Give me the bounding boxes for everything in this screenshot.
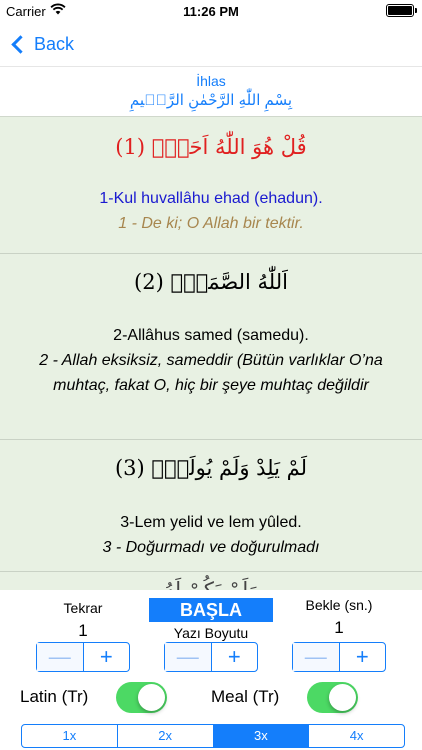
wait-value: 1 — [334, 618, 344, 637]
battery-icon — [386, 4, 417, 17]
speed-4x-segment[interactable]: 4x — [309, 725, 404, 747]
speed-segmented-control: 1x 2x 3x 4x — [21, 724, 405, 748]
wait-stepper: — + — [292, 642, 386, 672]
verse-latin: 1-Kul huvallâhu ehad (ehadun). — [99, 190, 323, 207]
speed-3x-segment[interactable]: 3x — [213, 725, 310, 747]
status-bar: Carrier 11:26 PM — [0, 0, 422, 22]
back-button[interactable]: Back — [10, 30, 74, 58]
basmala: بِسْمِ اللّٰهِ الرَّحْمٰنِ الرَّح۪يمِ — [129, 92, 293, 109]
sura-name: İhlas — [196, 73, 226, 89]
verse-arabic: وَلَمْ يَكُنْ لَهُ — [163, 578, 259, 590]
wait-decrement-button[interactable]: — — [293, 643, 340, 671]
verse-meal: 3 - Doğurmadı ve doğurulmadı — [102, 539, 320, 556]
wait-label: Bekle (sn.) — [305, 597, 373, 613]
font-size-decrement-button[interactable]: — — [165, 643, 212, 671]
verse-list[interactable]: قُلْ هُوَ اللّٰهُ اَحَدٌۚ (1) 1-Kul huva… — [0, 116, 422, 590]
verse-meal: 2 - Allah eksiksiz, sameddir (Bütün varl… — [39, 352, 383, 394]
verse-arabic: لَمْ يَلِدْ وَلَمْ يُولَدْۙ (3) — [114, 456, 308, 480]
toggle-knob — [138, 684, 165, 711]
verse-arabic: اَللّٰهُ الصَّمَدُۚ (2) — [134, 270, 288, 294]
repeat-increment-button[interactable]: + — [84, 643, 130, 671]
speed-2x-segment[interactable]: 2x — [118, 725, 214, 747]
playback-controls: Tekrar 1 BAŞLA Yazı Boyutu Bekle (sn.) 1… — [0, 590, 422, 750]
verse-latin: 3-Lem yelid ve lem yûled. — [120, 514, 302, 531]
meal-toggle[interactable] — [307, 682, 358, 713]
repeat-decrement-button[interactable]: — — [37, 643, 84, 671]
repeat-stepper: — + — [36, 642, 130, 672]
meal-toggle-label: Meal (Tr) — [211, 687, 280, 706]
font-size-label: Yazı Boyutu — [173, 625, 249, 641]
verse-arabic: قُلْ هُوَ اللّٰهُ اَحَدٌۚ (1) — [115, 135, 307, 159]
navigation-bar: Back — [0, 22, 422, 66]
sura-header: İhlas بِسْمِ اللّٰهِ الرَّحْمٰنِ الرَّح۪… — [0, 66, 422, 116]
latin-toggle[interactable] — [116, 682, 167, 713]
repeat-value: 1 — [78, 621, 88, 640]
repeat-label: Tekrar — [63, 600, 103, 616]
speed-1x-segment[interactable]: 1x — [22, 725, 118, 747]
verse-latin: 2-Allâhus samed (samedu). — [113, 327, 309, 344]
font-size-increment-button[interactable]: + — [212, 643, 258, 671]
verse-item: لَمْ يَلِدْ وَلَمْ يُولَدْۙ (3) 3-Lem ye… — [0, 440, 422, 572]
font-size-stepper: — + — [164, 642, 258, 672]
back-label: Back — [34, 33, 75, 54]
verse-item: وَلَمْ يَكُنْ لَهُ — [0, 572, 422, 590]
wait-increment-button[interactable]: + — [340, 643, 386, 671]
chevron-left-icon — [11, 34, 30, 54]
verse-item: اَللّٰهُ الصَّمَدُۚ (2) 2-Allâhus samed … — [0, 254, 422, 440]
verse-meal: 1 - De ki; O Allah bir tektir. — [118, 215, 304, 232]
toggle-knob — [329, 684, 356, 711]
latin-toggle-label: Latin (Tr) — [20, 687, 89, 706]
verse-item: قُلْ هُوَ اللّٰهُ اَحَدٌۚ (1) 1-Kul huva… — [0, 117, 422, 254]
status-time: 11:26 PM — [183, 4, 239, 19]
start-button[interactable]: BAŞLA — [149, 598, 273, 622]
